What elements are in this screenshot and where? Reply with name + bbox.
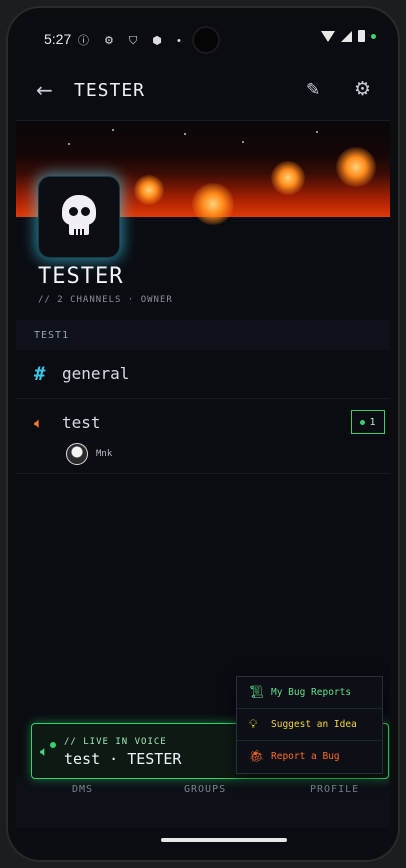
screen: 5:27 ⓘ ⚙ ⛉ ⬢ • ← TESTER ✎ ⚙ TESTER // 2 … [16,16,390,852]
status-bar: 5:27 ⓘ ⚙ ⛉ ⬢ • [16,16,390,60]
channel-name: test [62,413,101,432]
status-system-icons [321,30,376,42]
voice-user-count: 1 [369,416,376,428]
server-name: TESTER [38,264,124,289]
skull-icon [59,195,99,239]
app-bar: ← TESTER ✎ ⚙ [16,60,390,121]
nav-tab-dms[interactable]: DMS [72,784,93,795]
hash-icon: # [34,363,46,385]
camera-cutout [194,28,218,52]
menu-item-my-bug-reports[interactable]: 📜︎ My Bug Reports [237,677,382,709]
battery-icon [358,30,365,42]
nav-tab-groups[interactable]: GROUPS [184,784,226,795]
bug-icon: 🐞︎ [249,749,265,763]
wifi-icon [321,30,335,42]
server-avatar[interactable] [38,176,120,258]
server-meta: // 2 CHANNELS · OWNER [38,295,173,305]
live-voice-channel: test · TESTER [64,750,182,768]
menu-item-suggest-idea[interactable]: 💡︎ Suggest an Idea [237,709,382,741]
menu-item-label: Report a Bug [271,751,340,762]
channel-item-test[interactable]: 🔈︎ test 1 Mnk [16,399,390,474]
menu-item-report-bug[interactable]: 🐞︎ Report a Bug [237,741,382,772]
status-notification-icons: ⓘ ⚙ ⛉ ⬢ • [78,35,187,47]
live-voice-label: // LIVE IN VOICE [64,737,167,747]
category-label: TEST1 [34,330,70,341]
privacy-indicator-icon [371,33,376,39]
page-title: TESTER [74,80,146,101]
avatar [66,443,88,465]
channel-item-general[interactable]: # general [16,350,390,399]
banner-star [242,141,244,143]
banner-star [68,143,70,145]
menu-item-label: Suggest an Idea [271,719,357,730]
status-time: 5:27 [44,31,72,47]
phone-frame: 5:27 ⓘ ⚙ ⛉ ⬢ • ← TESTER ✎ ⚙ TESTER // 2 … [6,6,400,862]
gear-icon[interactable]: ⚙ [354,78,371,100]
menu-item-label: My Bug Reports [271,687,352,698]
voice-participant-name: Mnk [96,449,113,459]
speaker-icon: 🔈︎ [40,744,49,760]
banner-glow [134,175,164,205]
banner-star [112,129,114,131]
home-indicator[interactable] [161,838,287,842]
banner-star [184,133,186,135]
edit-pencil-icon[interactable]: ✎ [306,80,320,100]
banner-star [316,131,318,133]
feedback-menu: 📜︎ My Bug Reports 💡︎ Suggest an Idea 🐞︎ … [236,676,383,774]
lightbulb-icon: 💡︎ [249,717,258,731]
banner-glow [336,147,376,187]
live-indicator-dot [50,742,56,748]
status-dot-icon [360,419,366,425]
signal-icon [341,30,352,42]
bottom-navigation: DMS GROUPS PROFILE [16,776,390,828]
channel-name: general [62,364,130,383]
banner-glow [271,161,305,195]
banner-glow [192,183,234,225]
voice-participant[interactable]: Mnk [66,443,112,465]
voice-user-count-badge: 1 [351,410,385,434]
back-arrow-icon[interactable]: ← [36,80,56,100]
channel-category[interactable]: TEST1 [16,320,390,350]
speaker-icon: 🔈︎ [34,414,44,432]
scroll-icon: 📜︎ [249,685,265,699]
nav-tab-profile[interactable]: PROFILE [310,784,359,795]
